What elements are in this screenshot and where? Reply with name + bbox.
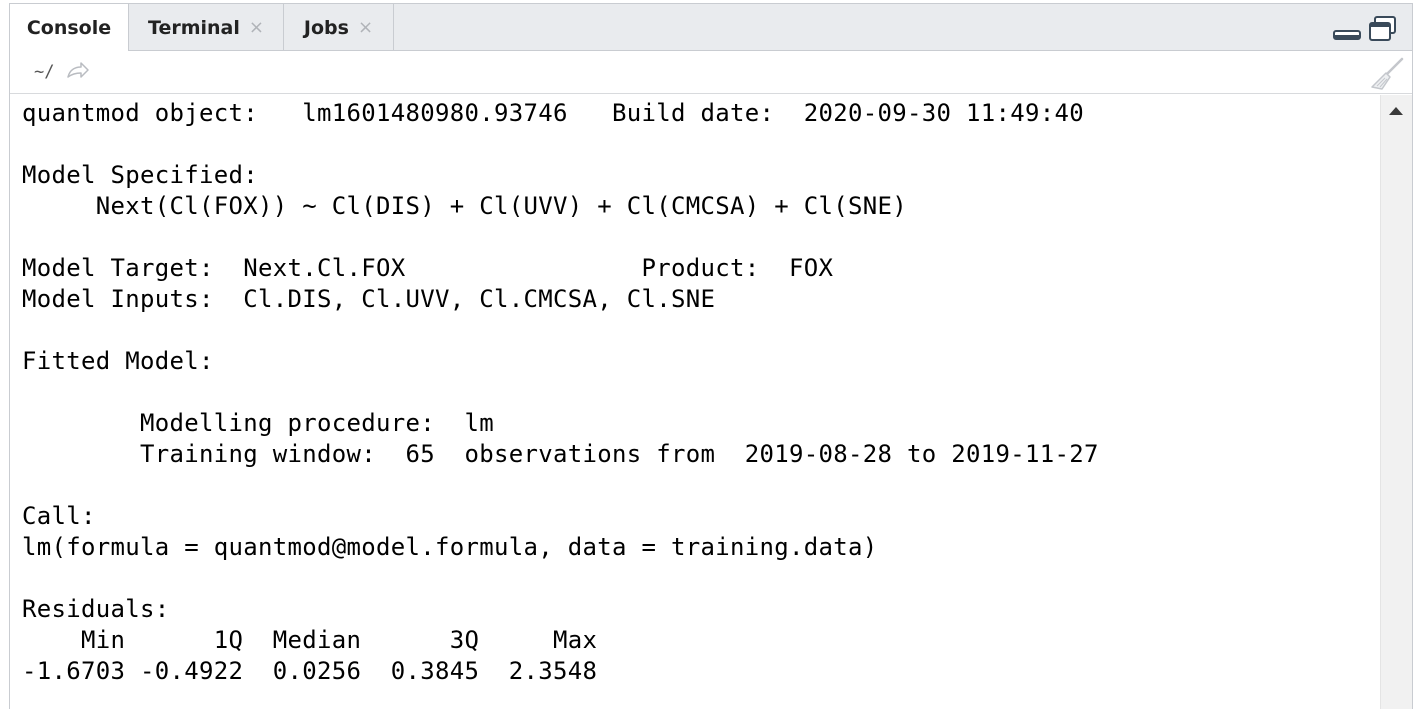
tab-terminal[interactable]: Terminal × xyxy=(129,4,284,51)
console-line: Residuals: xyxy=(22,595,170,623)
console-line: Modelling procedure: lm xyxy=(22,409,494,437)
tab-jobs-label: Jobs xyxy=(303,16,349,39)
console-line: quantmod object: lm1601480980.93746 Buil… xyxy=(22,99,1084,127)
console-output[interactable]: quantmod object: lm1601480980.93746 Buil… xyxy=(22,96,1377,709)
minimize-icon[interactable] xyxy=(1332,16,1362,42)
close-icon[interactable]: × xyxy=(249,17,264,38)
vertical-scrollbar[interactable] xyxy=(1380,95,1412,709)
console-line: Min 1Q Median 3Q Max xyxy=(22,626,598,654)
path-bar: ~/ xyxy=(10,51,1412,94)
broom-icon[interactable] xyxy=(1368,57,1406,91)
console-line: Training window: 65 observations from 20… xyxy=(22,440,1099,468)
maximize-icon[interactable] xyxy=(1367,16,1399,42)
console-line: Call: xyxy=(22,502,96,530)
arrow-right-icon[interactable] xyxy=(66,61,90,81)
tab-console-label: Console xyxy=(26,17,112,39)
console-line: Fitted Model: xyxy=(22,347,214,375)
console-line: -1.6703 -0.4922 0.0256 0.3845 2.3548 xyxy=(22,657,598,685)
scroll-up-arrow-icon[interactable] xyxy=(1389,107,1403,115)
console-line: Model Inputs: Cl.DIS, Cl.UVV, Cl.CMCSA, … xyxy=(22,285,716,313)
console-line: Next(Cl(FOX)) ~ Cl(DIS) + Cl(UVV) + Cl(C… xyxy=(22,192,907,220)
console-pane: Console Terminal × Jobs × ~/ quantmod ob… xyxy=(9,3,1413,709)
tab-terminal-label: Terminal xyxy=(148,16,240,39)
working-directory: ~/ xyxy=(34,62,55,82)
tab-jobs[interactable]: Jobs × xyxy=(284,4,394,51)
tab-console[interactable]: Console xyxy=(10,4,129,52)
console-line: lm(formula = quantmod@model.formula, dat… xyxy=(22,533,878,561)
tab-strip: Console Terminal × Jobs × xyxy=(10,4,1412,52)
console-line: Model Specified: xyxy=(22,161,258,189)
console-line: Model Target: Next.Cl.FOX Product: FOX xyxy=(22,254,834,282)
close-icon[interactable]: × xyxy=(358,17,373,38)
